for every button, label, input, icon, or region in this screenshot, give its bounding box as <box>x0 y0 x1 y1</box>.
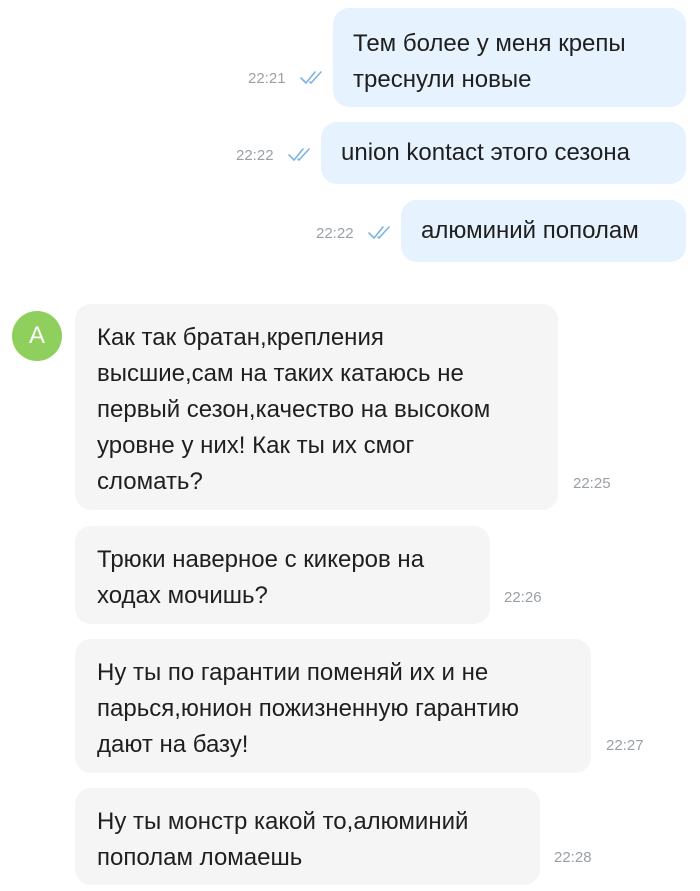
message-text-line: Ну ты монстр какой то,алюминий <box>97 808 469 835</box>
double-check-icon <box>288 148 310 161</box>
message-time: 22:27 <box>606 737 644 754</box>
message-text-line: треснули новые <box>353 66 532 93</box>
chat-history: 22:21 Тем более у меня крепы треснули но… <box>0 0 700 891</box>
message-time: 22:22 <box>236 147 274 164</box>
double-check-icon <box>368 226 390 239</box>
message-text-line: ходах мочишь? <box>97 582 268 609</box>
outgoing-message[interactable]: алюминий пополам <box>401 200 686 262</box>
message-text-line: сломать? <box>97 468 203 495</box>
message-text-line: Тем более у меня крепы <box>353 30 626 57</box>
message-time: 22:21 <box>248 70 286 87</box>
message-text-line: алюминий пополам <box>421 217 639 244</box>
message-text-line: пополам ломаешь <box>97 844 303 871</box>
incoming-message[interactable]: Как так братан,крепления высшие,сам на т… <box>75 304 558 510</box>
message-text-line: Трюки наверное с кикеров на <box>97 546 425 573</box>
incoming-message[interactable]: Ну ты монстр какой то,алюминий пополам л… <box>75 788 540 885</box>
message-text-line: union kontact этого сезона <box>341 139 630 166</box>
outgoing-message[interactable]: Тем более у меня крепы треснули новые <box>333 8 686 107</box>
avatar[interactable]: A <box>12 311 62 361</box>
message-text-line: Как так братан,крепления <box>97 324 384 351</box>
outgoing-message[interactable]: union kontact этого сезона <box>321 122 686 184</box>
message-text-line: Ну ты по гарантии поменяй их и не <box>97 659 489 686</box>
message-time: 22:26 <box>504 589 542 606</box>
double-check-icon <box>300 71 322 84</box>
message-text-line: парься,юнион пожизненную гарантию <box>97 695 520 722</box>
message-text-line: уровне у них! Как ты их смог <box>97 432 415 459</box>
message-time: 22:28 <box>554 849 592 866</box>
message-text-line: дают на базу! <box>97 731 249 758</box>
message-text-line: высшие,сам на таких катаюсь не <box>97 360 464 387</box>
incoming-message[interactable]: Трюки наверное с кикеров на ходах мочишь… <box>75 526 490 624</box>
message-text-line: первый сезон,качество на высоком <box>97 396 491 423</box>
incoming-message[interactable]: Ну ты по гарантии поменяй их и не парься… <box>75 639 591 773</box>
message-time: 22:25 <box>573 475 611 492</box>
message-time: 22:22 <box>316 225 354 242</box>
